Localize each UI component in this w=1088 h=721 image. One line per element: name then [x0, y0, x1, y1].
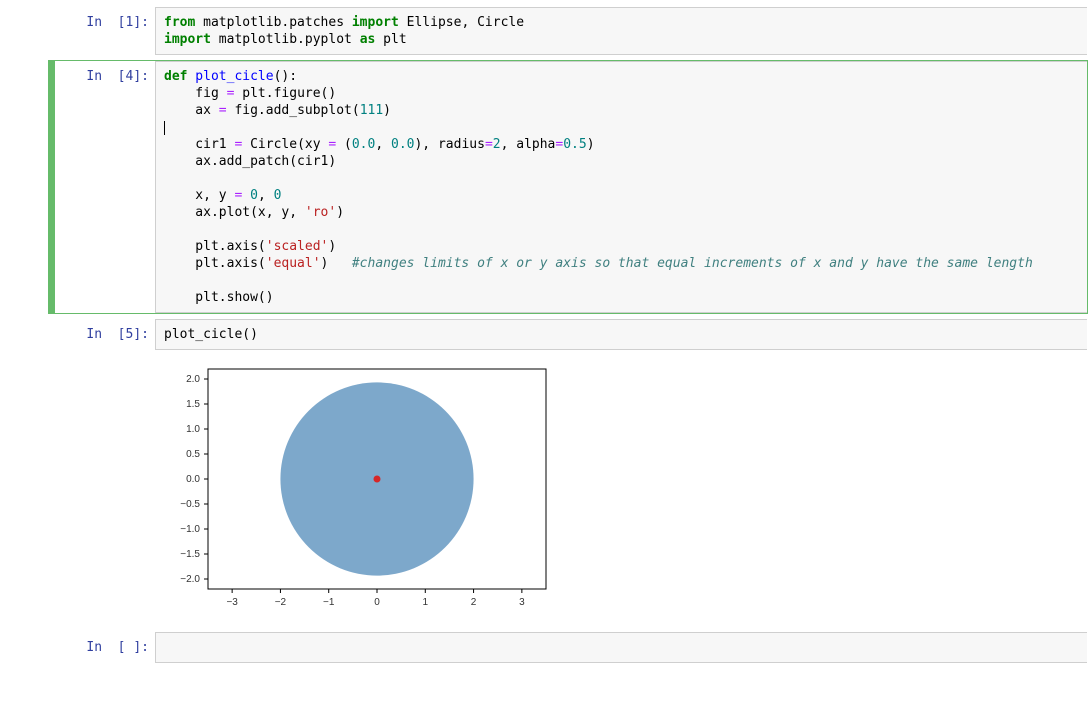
- code-line: plt.show(): [164, 289, 1079, 306]
- output-plot-area: −3 −2 −1 0 1 2 3 −2.0 −1.5 −1.0 −0.5 0.0 0.5 1.0 1.5 2.…: [154, 355, 1088, 631]
- svg-text:3: 3: [519, 597, 525, 608]
- svg-text:−0.5: −0.5: [180, 499, 200, 510]
- svg-text:−1.5: −1.5: [180, 549, 200, 560]
- code-line: plt.axis('equal') #changes limits of x o…: [164, 255, 1079, 272]
- code-line: [164, 170, 1079, 187]
- input-prompt: In [5]:: [55, 319, 155, 350]
- code-input-area[interactable]: from matplotlib.patches import Ellipse, …: [155, 7, 1087, 55]
- output-cell-3: −3 −2 −1 0 1 2 3 −2.0 −1.5 −1.0 −0.5 0.0 0.5 1.0 1.5 2.…: [48, 355, 1088, 631]
- svg-text:−3: −3: [226, 597, 238, 608]
- svg-text:−2.0: −2.0: [180, 574, 200, 585]
- code-line: [164, 221, 1079, 238]
- svg-text:0: 0: [374, 597, 380, 608]
- code-line: plt.axis('scaled'): [164, 238, 1079, 255]
- code-line: ax.add_patch(cir1): [164, 153, 1079, 170]
- code-cell-1[interactable]: In [1]: from matplotlib.patches import E…: [48, 6, 1088, 56]
- code-line: [164, 272, 1079, 289]
- output-prompt-blank: [54, 355, 154, 386]
- code-cell-3[interactable]: In [5]: plot_cicle(): [48, 318, 1088, 351]
- input-prompt: In [4]:: [55, 61, 155, 313]
- matplotlib-figure: −3 −2 −1 0 1 2 3 −2.0 −1.5 −1.0 −0.5 0.0 0.5 1.0 1.5 2.…: [158, 359, 558, 619]
- svg-text:0.5: 0.5: [186, 449, 200, 460]
- svg-text:2.0: 2.0: [186, 374, 200, 385]
- svg-text:1: 1: [423, 597, 429, 608]
- svg-text:1.5: 1.5: [186, 399, 200, 410]
- code-input-area[interactable]: def plot_cicle(): fig = plt.figure() ax …: [155, 61, 1087, 313]
- code-line-cursor: [164, 119, 1079, 136]
- code-input-area[interactable]: [155, 632, 1087, 663]
- code-line: ax.plot(x, y, 'ro'): [164, 204, 1079, 221]
- svg-text:−1.0: −1.0: [180, 524, 200, 535]
- code-line: [164, 639, 1079, 656]
- svg-text:1.0: 1.0: [186, 424, 200, 435]
- svg-text:2: 2: [471, 597, 477, 608]
- svg-text:−1: −1: [323, 597, 335, 608]
- code-line: plot_cicle(): [164, 326, 1079, 343]
- code-line: def plot_cicle():: [164, 68, 1079, 85]
- code-line: x, y = 0, 0: [164, 187, 1079, 204]
- input-prompt: In [ ]:: [55, 632, 155, 663]
- code-cell-empty[interactable]: In [ ]:: [48, 631, 1088, 664]
- code-line: import matplotlib.pyplot as plt: [164, 31, 1079, 48]
- notebook-area: In [1]: from matplotlib.patches import E…: [0, 0, 1088, 664]
- code-line: fig = plt.figure(): [164, 85, 1079, 102]
- code-cell-2-selected[interactable]: In [4]: def plot_cicle(): fig = plt.figu…: [48, 60, 1088, 314]
- code-line: cir1 = Circle(xy = (0.0, 0.0), radius=2,…: [164, 136, 1079, 153]
- svg-text:−2: −2: [275, 597, 287, 608]
- svg-text:0.0: 0.0: [186, 474, 200, 485]
- input-prompt: In [1]:: [55, 7, 155, 55]
- code-input-area[interactable]: plot_cicle(): [155, 319, 1087, 350]
- code-line: ax = fig.add_subplot(111): [164, 102, 1079, 119]
- text-cursor: [164, 121, 165, 135]
- code-line: from matplotlib.patches import Ellipse, …: [164, 14, 1079, 31]
